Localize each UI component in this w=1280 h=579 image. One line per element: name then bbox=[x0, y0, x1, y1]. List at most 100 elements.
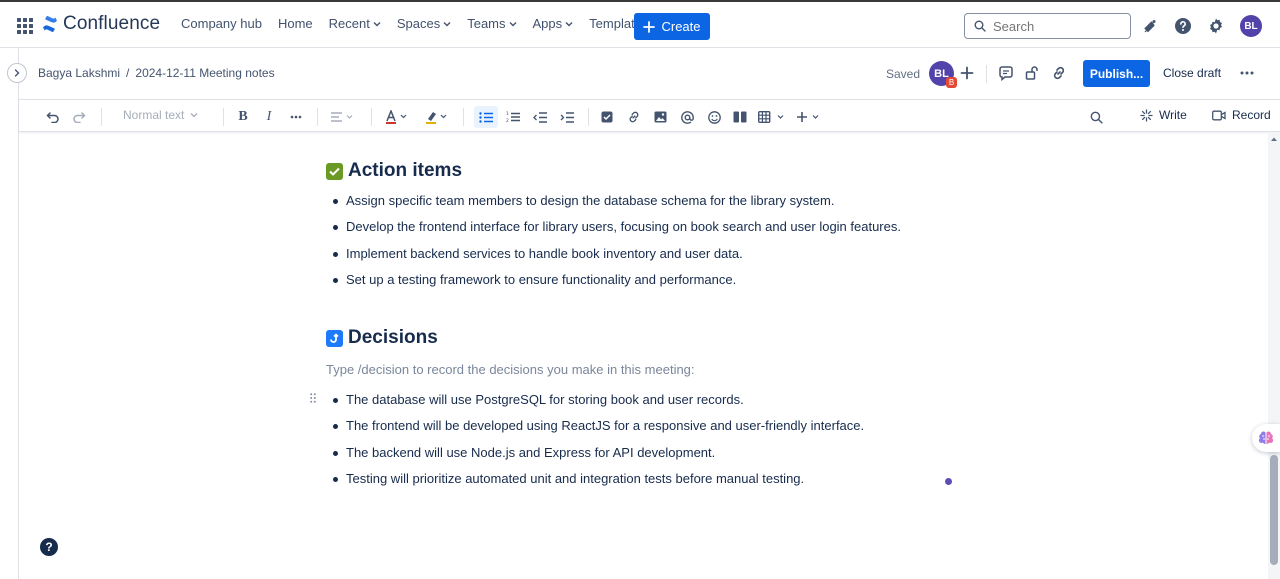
record-label: Record bbox=[1232, 108, 1271, 122]
scroll-up-arrow-icon[interactable] bbox=[1270, 136, 1278, 142]
nav-item-company-hub[interactable]: Company hub bbox=[181, 16, 262, 31]
nav-item-label: Spaces bbox=[396, 16, 441, 31]
decision-arrow-icon bbox=[326, 329, 343, 347]
app-name: Confluence bbox=[63, 13, 161, 34]
confluence-logo-icon bbox=[42, 16, 58, 32]
toolbar-divider bbox=[588, 108, 589, 126]
collaborator-cursor bbox=[945, 478, 952, 485]
svg-text:1: 1 bbox=[506, 111, 509, 117]
ai-write-label: Write bbox=[1159, 108, 1187, 122]
close-draft-button[interactable]: Close draft bbox=[1163, 66, 1221, 80]
bullet-list-icon[interactable] bbox=[474, 106, 498, 128]
chevron-down-icon bbox=[373, 21, 381, 27]
chevron-down-icon bbox=[443, 21, 451, 27]
more-actions-icon[interactable] bbox=[1237, 63, 1257, 83]
chevron-down-icon bbox=[190, 112, 198, 118]
plus-icon bbox=[643, 20, 656, 33]
help-icon[interactable] bbox=[1173, 16, 1193, 36]
list-item[interactable]: Set up a testing framework to ensure fun… bbox=[326, 271, 901, 297]
insert-more-icon[interactable] bbox=[794, 106, 824, 128]
create-button[interactable]: Create bbox=[634, 13, 710, 40]
help-question-icon: ? bbox=[45, 540, 53, 554]
breadcrumb-space-link[interactable]: Bagya Lakshmi bbox=[38, 66, 120, 80]
undo-icon[interactable] bbox=[43, 106, 63, 128]
toolbar-divider bbox=[317, 108, 318, 126]
search-field[interactable] bbox=[964, 13, 1131, 39]
list-item[interactable]: The backend will use Node.js and Express… bbox=[326, 444, 864, 470]
confluence-logo[interactable]: Confluence bbox=[42, 13, 160, 35]
indent-icon[interactable] bbox=[557, 106, 577, 128]
mention-icon[interactable] bbox=[677, 106, 697, 128]
table-icon[interactable] bbox=[755, 106, 789, 128]
list-item[interactable]: Testing will prioritize automated unit a… bbox=[326, 470, 864, 496]
copy-link-icon[interactable] bbox=[1049, 63, 1069, 83]
italic-icon[interactable]: I bbox=[259, 106, 279, 128]
header-divider bbox=[986, 65, 987, 83]
help-button[interactable]: ? bbox=[40, 538, 58, 556]
nav-item-teams[interactable]: Teams bbox=[467, 16, 517, 31]
editor-toolbar: Normal text B I 12 Write Record bbox=[19, 99, 1280, 132]
app-switcher-icon[interactable] bbox=[17, 18, 33, 34]
list-item[interactable]: Implement backend services to handle boo… bbox=[326, 245, 901, 271]
task-checkbox-icon[interactable] bbox=[597, 106, 617, 128]
highlight-color-icon[interactable] bbox=[423, 106, 451, 128]
outdent-icon[interactable] bbox=[530, 106, 550, 128]
restrictions-unlock-icon[interactable] bbox=[1022, 63, 1042, 83]
nav-item-home[interactable]: Home bbox=[278, 16, 313, 31]
emoji-icon[interactable] bbox=[704, 106, 724, 128]
notifications-icon[interactable] bbox=[1140, 16, 1160, 36]
comment-icon[interactable] bbox=[996, 63, 1016, 83]
text-align-icon[interactable] bbox=[327, 106, 357, 128]
action-items-list: Assign specific team members to design t… bbox=[326, 192, 901, 297]
find-replace-icon[interactable] bbox=[1086, 106, 1106, 128]
publish-button[interactable]: Publish... bbox=[1083, 60, 1150, 87]
toolbar-divider bbox=[463, 108, 464, 126]
nav-item-apps[interactable]: Apps bbox=[533, 16, 574, 31]
search-input[interactable] bbox=[993, 18, 1113, 34]
breadcrumb: Bagya Lakshmi / 2024-12-11 Meeting notes bbox=[38, 66, 275, 80]
ai-write-button[interactable]: Write bbox=[1140, 108, 1187, 122]
save-status: Saved bbox=[886, 67, 921, 81]
more-formatting-icon[interactable] bbox=[286, 106, 306, 128]
decisions-heading[interactable]: Decisions bbox=[326, 327, 438, 349]
list-item[interactable]: Assign specific team members to design t… bbox=[326, 192, 901, 218]
chevron-down-icon bbox=[565, 21, 573, 27]
redo-icon[interactable] bbox=[69, 106, 89, 128]
record-button[interactable]: Record bbox=[1212, 108, 1271, 122]
create-button-label: Create bbox=[661, 19, 701, 34]
list-item[interactable]: The frontend will be developed using Rea… bbox=[326, 417, 864, 443]
video-camera-icon bbox=[1212, 110, 1226, 121]
breadcrumb-page-link[interactable]: 2024-12-11 Meeting notes bbox=[135, 66, 274, 80]
layouts-icon[interactable] bbox=[730, 106, 750, 128]
chevron-down-icon bbox=[509, 21, 517, 27]
nav-item-label: Home bbox=[277, 16, 313, 31]
decisions-placeholder[interactable]: Type /decision to record the decisions y… bbox=[326, 362, 695, 377]
invite-plus-icon[interactable] bbox=[957, 63, 977, 83]
expand-sidebar-button[interactable] bbox=[7, 63, 27, 83]
list-item[interactable]: The database will use PostgreSQL for sto… bbox=[326, 391, 864, 417]
sparkle-icon bbox=[1140, 108, 1153, 122]
chevron-right-icon bbox=[13, 69, 21, 77]
text-style-label: Normal text bbox=[123, 108, 185, 122]
ai-assistant-button[interactable] bbox=[1252, 424, 1280, 452]
decisions-heading-text: Decisions bbox=[348, 327, 438, 348]
check-mark-icon bbox=[326, 162, 343, 180]
bold-icon[interactable]: B bbox=[233, 106, 253, 128]
list-item[interactable]: Develop the frontend interface for libra… bbox=[326, 218, 901, 244]
text-color-icon[interactable] bbox=[383, 106, 411, 128]
nav-item-label: Apps bbox=[532, 16, 563, 31]
link-icon[interactable] bbox=[624, 106, 644, 128]
scrollbar-thumb[interactable] bbox=[1270, 455, 1278, 565]
image-icon[interactable] bbox=[650, 106, 670, 128]
text-style-dropdown[interactable]: Normal text bbox=[123, 108, 198, 122]
action-items-heading[interactable]: Action items bbox=[326, 160, 462, 182]
drag-handle-icon[interactable] bbox=[310, 393, 316, 403]
settings-gear-icon[interactable] bbox=[1206, 16, 1226, 36]
collaborator-badge: B bbox=[946, 77, 957, 88]
numbered-list-icon[interactable]: 12 bbox=[503, 106, 523, 128]
user-avatar[interactable]: BL bbox=[1240, 15, 1262, 37]
search-icon bbox=[974, 20, 986, 32]
brain-icon bbox=[1258, 430, 1274, 446]
nav-item-spaces[interactable]: Spaces bbox=[397, 16, 451, 31]
nav-item-recent[interactable]: Recent bbox=[329, 16, 381, 31]
